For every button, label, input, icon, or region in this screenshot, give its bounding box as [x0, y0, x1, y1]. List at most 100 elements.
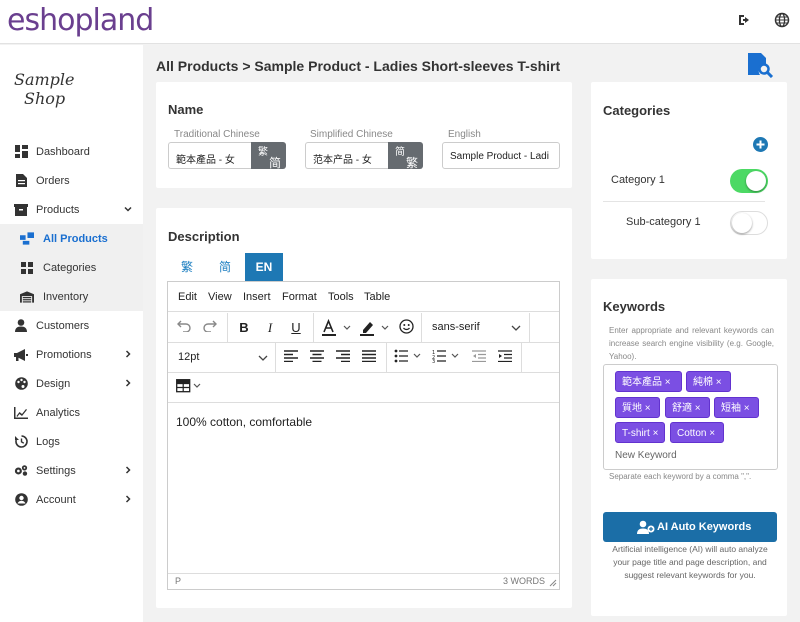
sidebar-item-label: Products [36, 203, 80, 216]
keyword-chip[interactable]: 短袖 × [714, 397, 759, 418]
shop-logo-line2: Shop [24, 89, 66, 108]
keyword-chip[interactable]: 質地 × [615, 397, 660, 418]
remove-keyword-icon[interactable]: × [709, 428, 715, 439]
sidebar-item-dashboard[interactable]: Dashboard [0, 137, 143, 166]
keyword-chip[interactable]: 舒適 × [665, 397, 710, 418]
numbered-list-icon[interactable]: 123 [432, 349, 466, 367]
remove-keyword-icon[interactable]: × [716, 377, 722, 388]
sidebar-item-logs[interactable]: Logs [0, 427, 143, 456]
indent-icon[interactable] [496, 349, 514, 367]
svg-text:3: 3 [432, 359, 435, 363]
category-toggle-off[interactable] [730, 211, 768, 235]
sidebar-item-label: Design [36, 377, 71, 390]
tab-english[interactable]: EN [245, 253, 283, 281]
english-label: English [448, 129, 481, 140]
sidebar-item-customers[interactable]: Customers [0, 311, 143, 340]
palette-icon [14, 377, 28, 391]
new-keyword-input[interactable]: New Keyword [615, 450, 677, 461]
italic-icon[interactable]: I [261, 319, 279, 337]
highlight-icon[interactable] [358, 319, 392, 337]
shop-logo-line1: Sample [14, 70, 75, 89]
undo-icon[interactable] [175, 319, 193, 337]
keyword-chip[interactable]: T-shirt × [615, 422, 665, 443]
sidebar-item-account[interactable]: Account [0, 485, 143, 514]
sidebar-item-label: Orders [36, 174, 70, 187]
ai-auto-keywords-button[interactable]: AI Auto Keywords [603, 512, 777, 542]
emoji-icon[interactable] [397, 319, 415, 337]
font-size-select[interactable]: 12pt [178, 351, 199, 363]
menu-edit[interactable]: Edit [178, 291, 197, 303]
shop-logo[interactable]: Sample Shop [14, 70, 75, 108]
page-search-icon[interactable] [747, 52, 775, 79]
menu-insert[interactable]: Insert [243, 291, 271, 303]
bold-icon[interactable]: B [235, 319, 253, 337]
toolbar-separator [521, 343, 522, 372]
toolbar-separator [421, 313, 422, 342]
ai-button-label: AI Auto Keywords [657, 521, 752, 533]
category-row: Sub-category 1 [603, 203, 768, 244]
add-category-icon[interactable] [753, 137, 768, 152]
align-justify-icon[interactable] [360, 349, 378, 367]
sidebar-item-label: All Products [43, 232, 108, 245]
toolbar-separator [529, 313, 530, 342]
sidebar-item-inventory[interactable]: Inventory [0, 282, 143, 311]
remove-keyword-icon[interactable]: × [653, 428, 659, 439]
remove-keyword-icon[interactable]: × [645, 403, 651, 414]
sidebar-item-analytics[interactable]: Analytics [0, 398, 143, 427]
keyword-chip[interactable]: Cotton × [670, 422, 724, 443]
bullet-list-icon[interactable] [394, 349, 428, 367]
tab-simplified[interactable]: 简 [206, 253, 244, 281]
tab-traditional[interactable]: 繁 [168, 253, 206, 281]
sidebar-item-label: Categories [43, 261, 97, 274]
font-family-select[interactable]: sans-serif [432, 321, 480, 333]
convert-to-simplified-button[interactable]: 繁 简 [251, 142, 286, 170]
underline-icon[interactable]: U [287, 319, 305, 337]
element-path[interactable]: P [175, 576, 181, 586]
keyword-chip[interactable]: 純棉 × [686, 371, 731, 392]
sidebar-item-label: Dashboard [36, 145, 90, 158]
chevron-right-icon [125, 379, 131, 387]
toolbar-separator [227, 313, 228, 342]
chevron-right-icon [125, 466, 131, 474]
menu-tools[interactable]: Tools [328, 291, 354, 303]
table-icon[interactable] [176, 379, 206, 397]
outdent-icon[interactable] [470, 349, 488, 367]
resize-handle-icon[interactable] [549, 579, 557, 587]
orders-icon [14, 174, 28, 188]
align-center-icon[interactable] [308, 349, 326, 367]
globe-icon[interactable] [774, 12, 792, 30]
logout-icon[interactable] [737, 12, 755, 30]
redo-icon[interactable] [201, 319, 219, 337]
english-name-field[interactable]: Sample Product - Ladi [442, 142, 560, 169]
editor-toolbar-row-1: B I U sans-serif [168, 313, 559, 343]
sidebar-item-all-products[interactable]: All Products [0, 224, 143, 253]
editor-content[interactable]: 100% cotton, comfortable [176, 415, 312, 429]
sidebar-item-products[interactable]: Products [0, 195, 143, 224]
traditional-label: Traditional Chinese [174, 129, 260, 140]
sidebar-item-design[interactable]: Design [0, 369, 143, 398]
category-toggle-on[interactable] [730, 169, 768, 193]
keywords-input-box: 範本產品 × 純棉 × 質地 × 舒適 × 短袖 × T-shirt × Cot… [603, 364, 778, 470]
align-right-icon[interactable] [334, 349, 352, 367]
simplified-name-field[interactable]: 范本产品 - 女 [305, 142, 389, 169]
sidebar-item-promotions[interactable]: Promotions [0, 340, 143, 369]
sidebar-item-categories[interactable]: Categories [0, 253, 143, 282]
sidebar-item-label: Promotions [36, 348, 92, 361]
align-left-icon[interactable] [282, 349, 300, 367]
keyword-chip[interactable]: 範本產品 × [615, 371, 682, 392]
text-color-icon[interactable] [320, 318, 354, 337]
remove-keyword-icon[interactable]: × [665, 377, 671, 388]
menu-table[interactable]: Table [364, 291, 390, 303]
convert-to-traditional-button[interactable]: 简 繁 [388, 142, 423, 170]
editor-toolbar-row-2: 12pt 123 [168, 343, 559, 373]
eshopland-logo[interactable]: eshopland [7, 3, 154, 38]
menu-format[interactable]: Format [282, 291, 317, 303]
sidebar-item-label: Analytics [36, 406, 81, 419]
traditional-name-field[interactable]: 範本產品 - 女 [168, 142, 252, 169]
sidebar-item-settings[interactable]: Settings [0, 456, 143, 485]
sidebar-item-orders[interactable]: Orders [0, 166, 143, 195]
remove-keyword-icon[interactable]: × [695, 403, 701, 414]
remove-keyword-icon[interactable]: × [744, 403, 750, 414]
menu-view[interactable]: View [208, 291, 232, 303]
simplified-label: Simplified Chinese [310, 129, 393, 140]
